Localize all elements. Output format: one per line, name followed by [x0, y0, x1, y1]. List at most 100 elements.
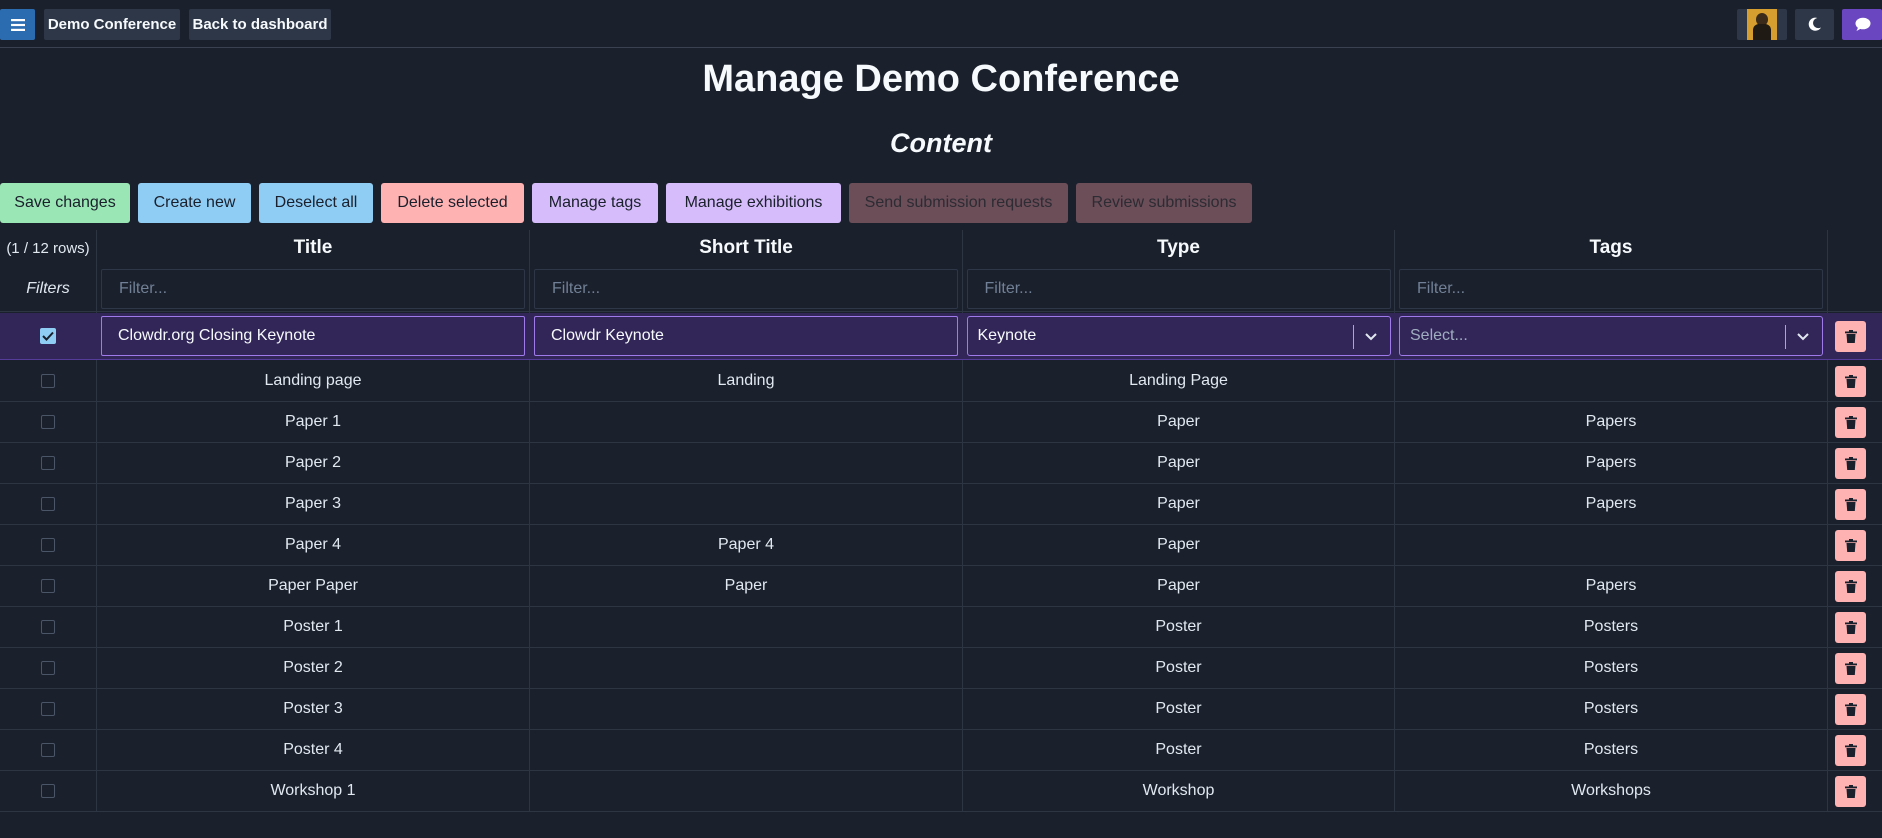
title-edit-input[interactable]: [101, 316, 525, 356]
cell-tags[interactable]: Posters: [1395, 689, 1827, 729]
cell-type[interactable]: Paper: [963, 525, 1394, 565]
row-checkbox[interactable]: [41, 538, 55, 552]
cell-short-title[interactable]: [530, 689, 962, 729]
cell-title[interactable]: Paper 2: [97, 443, 529, 483]
title-filter-input[interactable]: [101, 268, 525, 309]
table-row[interactable]: Paper Paper Paper Paper Papers: [0, 566, 1882, 607]
delete-row-button[interactable]: [1835, 320, 1866, 352]
table-row[interactable]: Poster 2 Poster Posters: [0, 648, 1882, 689]
cell-short-title[interactable]: [530, 730, 962, 770]
row-checkbox[interactable]: [41, 497, 55, 511]
cell-type[interactable]: Paper: [963, 484, 1394, 524]
cell-short-title[interactable]: [530, 771, 962, 811]
type-select[interactable]: Keynote: [966, 316, 1391, 356]
column-header-title[interactable]: Title: [97, 230, 529, 266]
column-header-short-title[interactable]: Short Title: [530, 230, 962, 266]
cell-short-title[interactable]: [530, 607, 962, 647]
cell-short-title[interactable]: [530, 648, 962, 688]
delete-row-button[interactable]: [1835, 611, 1866, 643]
cell-title[interactable]: Poster 1: [97, 607, 529, 647]
table-row[interactable]: Paper 3 Paper Papers: [0, 484, 1882, 525]
delete-row-button[interactable]: [1835, 570, 1866, 602]
review-submissions-button[interactable]: Review submissions: [1076, 183, 1252, 223]
cell-short-title[interactable]: [530, 443, 962, 483]
row-checkbox[interactable]: [41, 784, 55, 798]
cell-short-title[interactable]: Paper 4: [530, 525, 962, 565]
cell-short-title[interactable]: Landing: [530, 361, 962, 401]
row-checkbox[interactable]: [41, 415, 55, 429]
cell-tags[interactable]: [1395, 361, 1827, 401]
cell-type[interactable]: Landing Page: [963, 361, 1394, 401]
table-row[interactable]: Workshop 1 Workshop Workshops: [0, 771, 1882, 812]
column-header-tags[interactable]: Tags: [1395, 230, 1827, 266]
table-row[interactable]: Poster 3 Poster Posters: [0, 689, 1882, 730]
cell-title[interactable]: Workshop 1: [97, 771, 529, 811]
row-checkbox[interactable]: [41, 456, 55, 470]
table-row[interactable]: Paper 4 Paper 4 Paper: [0, 525, 1882, 566]
tags-filter-input[interactable]: [1399, 268, 1823, 309]
manage-exhibitions-button[interactable]: Manage exhibitions: [666, 183, 841, 223]
cell-title[interactable]: Poster 4: [97, 730, 529, 770]
cell-type[interactable]: Poster: [963, 689, 1394, 729]
delete-row-button[interactable]: [1835, 488, 1866, 520]
cell-type[interactable]: Poster: [963, 607, 1394, 647]
column-header-type[interactable]: Type: [963, 230, 1394, 266]
tags-select[interactable]: Select...: [1399, 316, 1823, 356]
theme-toggle-button[interactable]: [1795, 9, 1834, 40]
delete-row-button[interactable]: [1835, 693, 1866, 725]
cell-tags[interactable]: [1395, 525, 1827, 565]
chat-button[interactable]: [1842, 9, 1882, 40]
cell-type[interactable]: Poster: [963, 730, 1394, 770]
cell-title[interactable]: Landing page: [97, 361, 529, 401]
delete-row-button[interactable]: [1835, 529, 1866, 561]
delete-row-button[interactable]: [1835, 365, 1866, 397]
cell-tags[interactable]: Workshops: [1395, 771, 1827, 811]
cell-type[interactable]: Paper: [963, 402, 1394, 442]
back-to-dashboard-button[interactable]: Back to dashboard: [189, 9, 331, 40]
table-row[interactable]: Poster 4 Poster Posters: [0, 730, 1882, 771]
delete-row-button[interactable]: [1835, 447, 1866, 479]
cell-type[interactable]: Paper: [963, 566, 1394, 606]
row-checkbox[interactable]: [41, 620, 55, 634]
cell-tags[interactable]: Papers: [1395, 484, 1827, 524]
cell-title[interactable]: Poster 3: [97, 689, 529, 729]
delete-row-button[interactable]: [1835, 734, 1866, 766]
cell-type[interactable]: Paper: [963, 443, 1394, 483]
row-checkbox[interactable]: [41, 702, 55, 716]
short-title-edit-input[interactable]: [534, 316, 958, 356]
profile-button[interactable]: [1737, 9, 1787, 40]
cell-tags[interactable]: Papers: [1395, 566, 1827, 606]
save-changes-button[interactable]: Save changes: [0, 183, 130, 223]
row-checkbox[interactable]: [41, 661, 55, 675]
table-row[interactable]: Landing page Landing Landing Page: [0, 361, 1882, 402]
cell-title[interactable]: Poster 2: [97, 648, 529, 688]
table-row[interactable]: Poster 1 Poster Posters: [0, 607, 1882, 648]
type-filter-input[interactable]: [966, 268, 1391, 309]
cell-short-title[interactable]: [530, 402, 962, 442]
row-checkbox[interactable]: [40, 328, 56, 344]
send-submission-requests-button[interactable]: Send submission requests: [849, 183, 1068, 223]
create-new-button[interactable]: Create new: [138, 183, 251, 223]
cell-tags[interactable]: Posters: [1395, 730, 1827, 770]
row-checkbox[interactable]: [41, 579, 55, 593]
conference-button[interactable]: Demo Conference: [44, 9, 180, 40]
menu-button[interactable]: [0, 9, 35, 40]
cell-tags[interactable]: Papers: [1395, 402, 1827, 442]
short-title-filter-input[interactable]: [534, 268, 958, 309]
cell-title[interactable]: Paper 3: [97, 484, 529, 524]
delete-row-button[interactable]: [1835, 652, 1866, 684]
cell-short-title[interactable]: [530, 484, 962, 524]
cell-title[interactable]: Paper Paper: [97, 566, 529, 606]
cell-type[interactable]: Poster: [963, 648, 1394, 688]
cell-title[interactable]: Paper 1: [97, 402, 529, 442]
row-checkbox[interactable]: [41, 374, 55, 388]
cell-type[interactable]: Workshop: [963, 771, 1394, 811]
cell-tags[interactable]: Posters: [1395, 607, 1827, 647]
cell-tags[interactable]: Posters: [1395, 648, 1827, 688]
delete-selected-button[interactable]: Delete selected: [381, 183, 524, 223]
manage-tags-button[interactable]: Manage tags: [532, 183, 658, 223]
row-checkbox[interactable]: [41, 743, 55, 757]
cell-title[interactable]: Paper 4: [97, 525, 529, 565]
delete-row-button[interactable]: [1835, 406, 1866, 438]
cell-tags[interactable]: Papers: [1395, 443, 1827, 483]
